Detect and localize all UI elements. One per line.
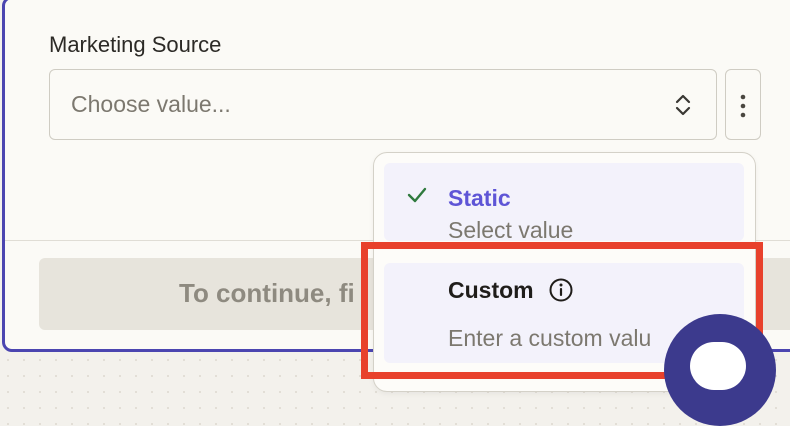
continue-button-label: To continue, fi: [179, 278, 355, 308]
option-custom-description: Enter a custom valu: [448, 325, 652, 351]
marketing-source-select[interactable]: Choose value...: [49, 69, 717, 140]
option-static[interactable]: Static Select value: [384, 163, 744, 243]
option-static-title: Static: [448, 185, 511, 211]
chat-widget-button[interactable]: [664, 314, 776, 426]
option-static-description: Select value: [448, 217, 574, 243]
info-icon[interactable]: [548, 277, 574, 303]
more-options-button[interactable]: [725, 69, 761, 140]
select-placeholder: Choose value...: [71, 91, 231, 117]
chevron-up-down-icon: [675, 94, 691, 116]
more-vertical-icon: [740, 94, 746, 118]
field-label: Marketing Source: [49, 32, 222, 57]
check-icon: [407, 187, 427, 203]
chat-icon: [690, 342, 746, 390]
option-custom-title: Custom: [448, 277, 534, 303]
